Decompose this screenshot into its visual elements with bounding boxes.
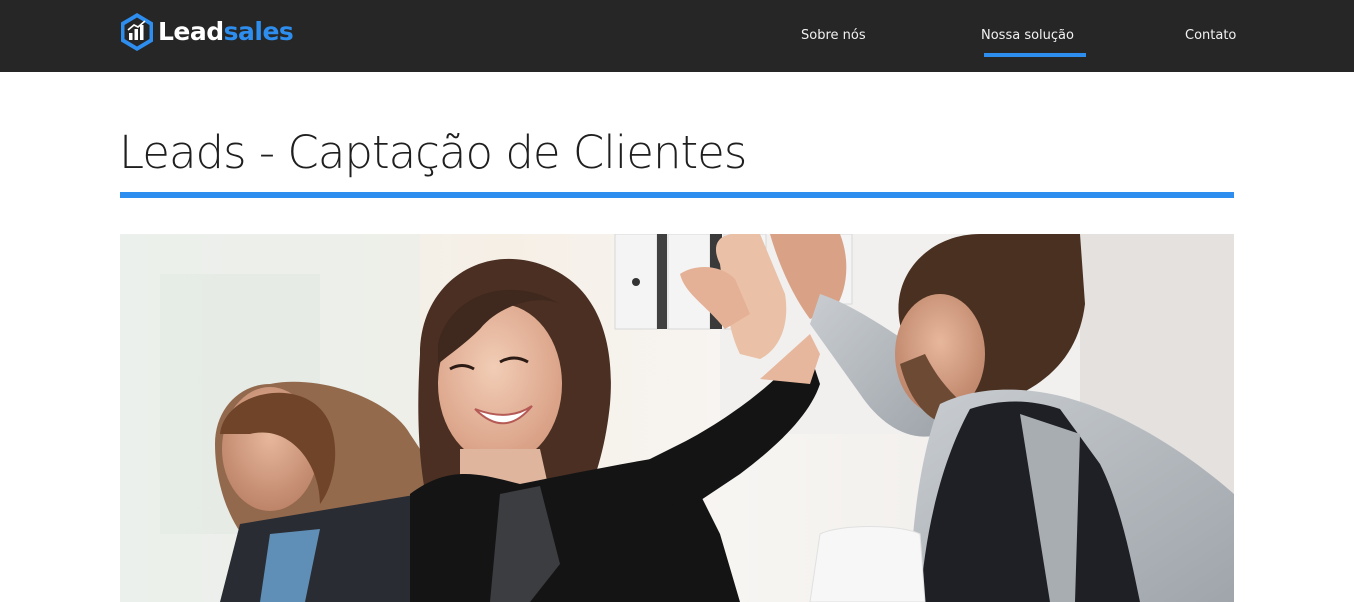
nav-active-indicator bbox=[984, 53, 1086, 57]
nav-link-contato[interactable]: Contato bbox=[1185, 27, 1236, 45]
title-underline bbox=[120, 192, 1234, 198]
page-title: Leads - Captação de Clientes bbox=[119, 126, 747, 179]
brand-logo[interactable]: Leadsales bbox=[119, 12, 294, 52]
top-navigation-bar: Leadsales Sobre nós Nossa solução Contat… bbox=[0, 0, 1354, 72]
hero-photo-illustration bbox=[120, 234, 1234, 602]
brand-name-part2: sales bbox=[223, 17, 294, 46]
hero-image bbox=[120, 234, 1234, 602]
nav-link-nossa-solucao[interactable]: Nossa solução bbox=[981, 27, 1074, 45]
nav-link-sobre-nos[interactable]: Sobre nós bbox=[801, 27, 866, 45]
brand-name-part1: Lead bbox=[158, 17, 224, 46]
brand-name: Leadsales bbox=[158, 12, 294, 52]
hexagon-chart-icon bbox=[121, 13, 153, 51]
